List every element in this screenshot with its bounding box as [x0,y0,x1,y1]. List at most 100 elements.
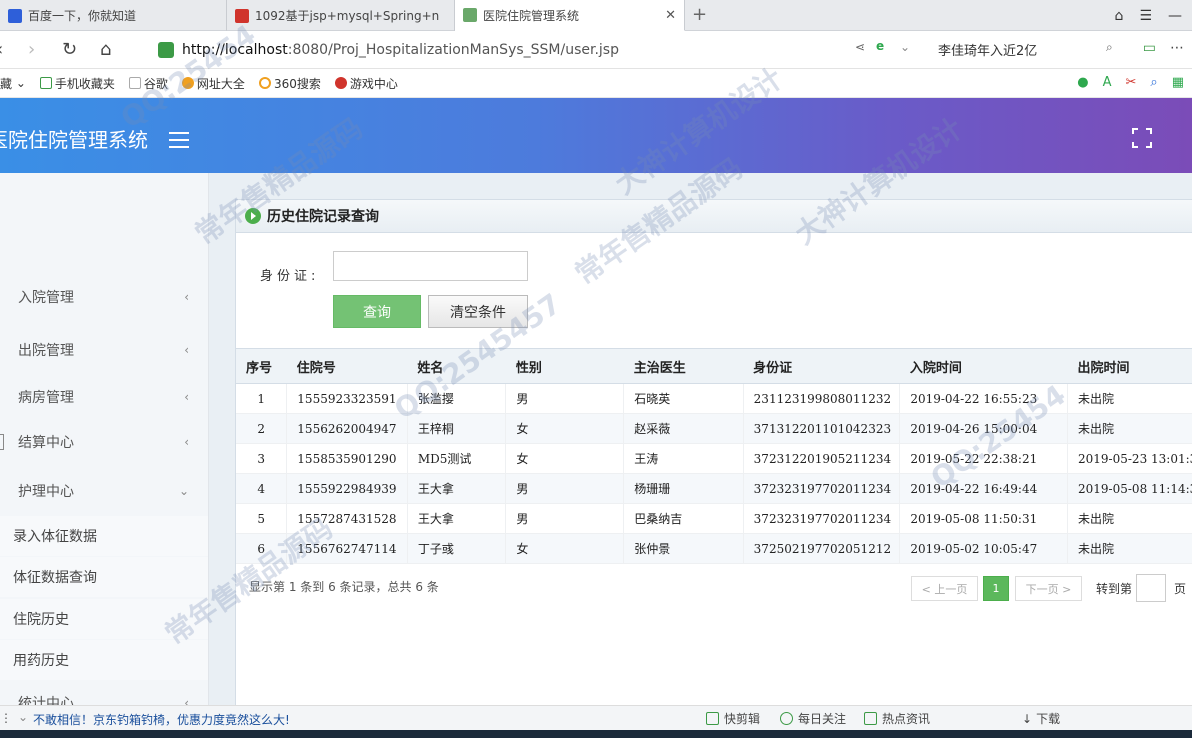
scissors-icon[interactable]: ✂ [1126,75,1137,90]
table-cell: 女 [505,413,625,444]
table-row[interactable]: 3 1558535901290 MD5测试女王涛 372312201905211234… [236,443,1192,474]
chevron-left-icon: ‹ [184,696,189,705]
ad-link[interactable]: 不敢相信！京东钓箱钓椅，优惠力度竟然这么大! [33,711,290,728]
sidebar-sub-vitals-query[interactable]: 体征数据查询 [0,557,208,597]
tab-title: 1092基于jsp+mysql+Spring+n [255,9,440,23]
page-1-button[interactable]: 1 [983,576,1009,601]
sidebar-sub-medication[interactable]: 用药历史 [0,640,208,680]
table-cell: 王大拿 [407,473,507,504]
menu-toggle-icon[interactable] [169,132,189,153]
reload-icon[interactable]: ↻ [62,39,77,60]
bookmark-favorites[interactable]: 藏 ⌄ [0,75,26,92]
sidebar-item-stats[interactable]: 统计中心 ‹ [0,683,208,705]
table-row[interactable]: 5 1557287431528 王大拿男巴桑纳吉 372323197702011234… [236,503,1192,534]
table-header-row: 序号 住院号 姓名 性别 主治医生 身份证 入院时间 出院时间 [236,348,1192,384]
menu-icon[interactable]: ☰ [1139,8,1152,24]
clear-button[interactable]: 清空条件 [428,295,528,328]
col-header[interactable]: 性别 [505,348,624,384]
back-icon[interactable]: ‹ [0,39,3,60]
table-cell: 丁子彧 [407,533,507,564]
col-header[interactable]: 身份证 [743,348,900,384]
prev-page-button[interactable]: < 上一页 [911,576,978,601]
col-header[interactable]: 出院时间 [1067,348,1192,384]
search-icon[interactable]: ⌕ [1106,40,1113,55]
chevron-down-icon[interactable]: ⌄ [18,710,28,724]
close-tab-icon[interactable]: ✕ [665,8,676,23]
browser-tab-project[interactable]: 1092基于jsp+mysql+Spring+n [227,0,455,31]
history-panel: 历史住院记录查询 身份证: 查询 清空条件 序号 住院号 姓名 性别 主治医生 … [235,199,1192,719]
bookmark-360[interactable]: 360搜索 [258,75,321,92]
col-header[interactable]: 姓名 [407,348,506,384]
table-cell: 1557287431528 [286,503,408,534]
table-row[interactable]: 1 1555923323591 张滥撄男石晓英 231123199808011232 2… [236,383,1192,414]
browser-tab-baidu[interactable]: 百度一下，你就知道 [0,0,227,31]
new-tab-icon[interactable]: + [692,4,707,25]
browser-tab-hospital[interactable]: 医院住院管理系统 ✕ [455,0,685,31]
table-row[interactable]: 4 1555922984939 王大拿男杨珊珊 372323197702011234 2… [236,473,1192,504]
table-cell: 王大拿 [407,503,507,534]
apps-icon[interactable]: ▦ [1172,75,1184,90]
sidebar-item-admission[interactable]: 入院管理 ‹ [0,277,208,317]
status-download[interactable]: ↓ 下载 [1022,710,1060,727]
jump-page-input[interactable] [1136,574,1166,602]
sidebar-sub-vitals-entry[interactable]: 录入体征数据 [0,516,208,556]
tab-title: 医院住院管理系统 [483,8,580,23]
sidebar-item-nursing[interactable]: 护理中心 ⌄ [0,471,208,511]
share-icon[interactable]: ⋖ [855,40,865,54]
table-row[interactable]: 6 1556762747114 丁子彧女张仲景 372502197702051212 2… [236,533,1192,564]
chevron-down-icon[interactable]: ⌄ [900,40,910,54]
translate-icon[interactable]: A [1103,75,1112,90]
forward-icon[interactable]: › [28,39,35,60]
table-cell: 2019-05-08 11:14:37 [1067,473,1192,504]
app-header: 医院住院管理系统 [0,98,1192,173]
sidebar-item-billing[interactable]: 结算中心 ‹ [0,422,208,462]
table-cell: 赵采薇 [623,413,744,444]
bookmark-hao[interactable]: 网址大全 [181,75,245,92]
extension-icon[interactable]: ⋯ [1170,40,1184,56]
minimize-icon[interactable]: — [1168,8,1182,24]
window-controls: ⌂ ☰ — [1115,0,1192,31]
table-cell: 2 [236,413,288,444]
id-input[interactable] [333,251,528,281]
bookmark-google[interactable]: 谷歌 [128,75,168,92]
chevron-left-icon: ‹ [184,290,189,304]
game-icon [334,77,347,89]
status-daily[interactable]: 每日关注 [780,710,846,727]
search-suggestion[interactable]: 李佳琦年入近2亿 [938,40,1037,59]
fullscreen-icon[interactable] [1132,128,1152,148]
col-header[interactable]: 主治医生 [623,348,744,384]
play-icon [780,712,793,725]
play-circle-icon [245,208,261,224]
battery-icon[interactable]: ▭ [1143,40,1156,56]
wechat-icon[interactable]: ● [1077,75,1088,90]
browser-tabbar: 百度一下，你就知道 1092基于jsp+mysql+Spring+n 医院住院管… [0,0,1192,31]
page-icon [128,77,141,89]
table-cell: 1 [236,383,288,414]
table-cell: 1555922984939 [286,473,408,504]
next-page-button[interactable]: 下一页 > [1015,576,1082,601]
bookmark-games[interactable]: 游戏中心 [334,75,398,92]
news-icon [864,712,877,725]
chevron-left-icon: ‹ [184,435,189,449]
ie-engine-icon[interactable]: e [876,39,884,53]
home-icon[interactable]: ⌂ [100,39,111,60]
query-button[interactable]: 查询 [333,295,421,328]
bookmark-mobile[interactable]: 手机收藏夹 [39,75,115,92]
shield-icon [158,42,174,58]
sidebar-item-discharge[interactable]: 出院管理 ‹ [0,330,208,370]
status-news[interactable]: 热点资讯 [864,710,930,727]
table-row[interactable]: 2 1556262004947 王梓桐女赵采薇 371312201101042323 2… [236,413,1192,444]
col-header[interactable]: 住院号 [286,348,408,384]
sidebar-sub-history[interactable]: 住院历史 [0,599,208,639]
magnifier-icon[interactable]: ⌕ [1150,75,1157,90]
table-cell: 巴桑纳吉 [623,503,744,534]
tab-title: 百度一下，你就知道 [28,9,137,23]
sidebar-item-ward[interactable]: 病房管理 ‹ [0,377,208,417]
app-title: 医院住院管理系统 [0,128,148,152]
col-header[interactable]: 序号 [236,348,287,384]
panel-title: 历史住院记录查询 [267,209,379,225]
shirt-icon[interactable]: ⌂ [1115,8,1124,24]
url-field[interactable]: http://localhost:8080/Proj_Hospitalizati… [150,36,920,64]
status-quick-edit[interactable]: 快剪辑 [706,710,760,727]
col-header[interactable]: 入院时间 [899,348,1068,384]
